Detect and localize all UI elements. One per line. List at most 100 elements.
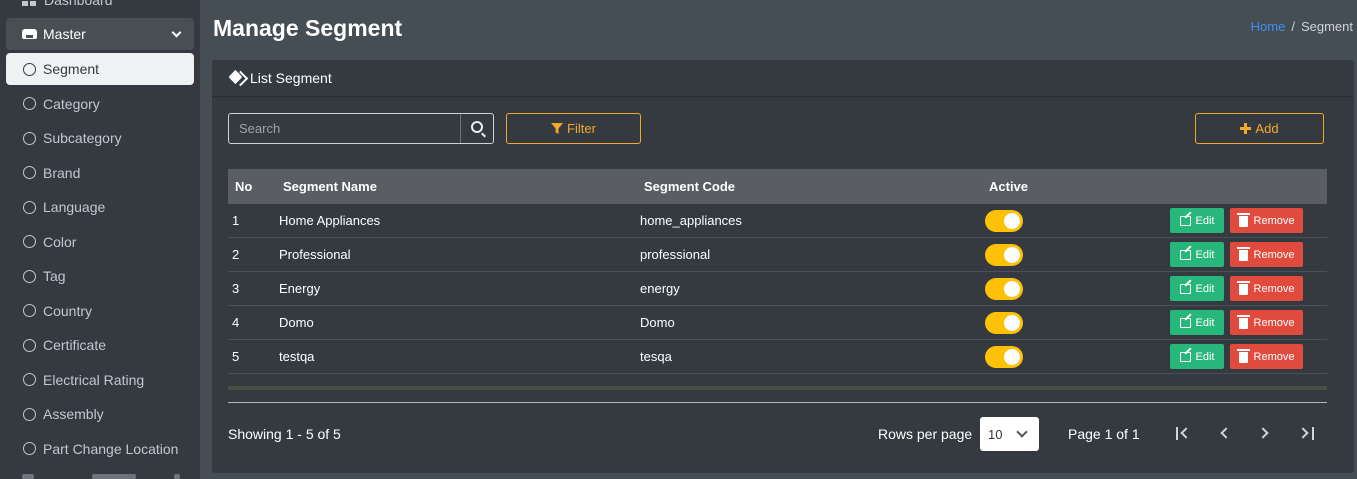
sidebar-item-subcategory[interactable]: Subcategory xyxy=(6,122,194,154)
last-page-button[interactable] xyxy=(1297,424,1318,444)
active-toggle[interactable] xyxy=(985,209,1023,232)
sidebar-item-label: Category xyxy=(43,95,100,112)
remove-button[interactable]: Remove xyxy=(1230,208,1303,233)
rows-per-page-value: 10 xyxy=(988,426,1003,442)
active-toggle[interactable] xyxy=(985,311,1023,334)
sidebar-item-tag[interactable]: Tag xyxy=(6,260,194,292)
remove-button[interactable]: Remove xyxy=(1230,310,1303,335)
column-header-no[interactable]: No xyxy=(228,179,279,194)
sidebar-item-language[interactable]: Language xyxy=(6,191,194,223)
card-header: List Segment xyxy=(212,60,1354,97)
sidebar-item-category[interactable]: Category xyxy=(6,88,194,120)
horizontal-scrollbar[interactable] xyxy=(228,386,1327,390)
circle-icon xyxy=(23,166,36,179)
sidebar-item-dashboard[interactable]: Dashboard xyxy=(22,0,113,8)
edit-label: Edit xyxy=(1195,350,1215,363)
remove-label: Remove xyxy=(1253,282,1295,295)
circle-icon xyxy=(23,235,36,248)
sidebar-item-brand[interactable]: Brand xyxy=(6,157,194,189)
remove-label: Remove xyxy=(1253,350,1295,363)
sidebar-item-label: Segment xyxy=(43,61,100,77)
segment-table: No Segment Name Segment Code Active 1 Hom… xyxy=(228,169,1327,374)
active-toggle[interactable] xyxy=(985,277,1023,300)
edit-button[interactable]: Edit xyxy=(1170,310,1224,335)
first-page-button[interactable] xyxy=(1174,424,1194,444)
column-header-segment-code[interactable]: Segment Code xyxy=(640,179,985,194)
previous-page-button[interactable] xyxy=(1216,424,1236,444)
sidebar-item-segment[interactable]: Segment xyxy=(6,53,194,85)
breadcrumb-home-link[interactable]: Home xyxy=(1251,19,1286,34)
sidebar-item-label: Country xyxy=(43,302,93,319)
sidebar-item-label: Subcategory xyxy=(43,130,122,146)
first-page-icon xyxy=(1180,427,1192,439)
breadcrumb: Home / Segment xyxy=(1251,19,1353,34)
chevron-left-icon xyxy=(1220,427,1232,439)
sidebar-item-certificate[interactable]: Certificate xyxy=(6,329,194,361)
edit-button[interactable]: Edit xyxy=(1170,276,1224,301)
column-header-segment-name[interactable]: Segment Name xyxy=(279,179,640,194)
cell-segment-code: tesqa xyxy=(640,349,672,364)
filter-button[interactable]: Filter xyxy=(506,113,641,144)
sidebar-item-label: Part Change Location xyxy=(43,440,179,457)
remove-button[interactable]: Remove xyxy=(1230,344,1303,369)
circle-icon xyxy=(23,269,36,283)
trash-icon xyxy=(1236,281,1250,295)
chevron-right-icon xyxy=(1257,427,1269,439)
sidebar-group-master[interactable]: Master xyxy=(6,18,194,50)
remove-label: Remove xyxy=(1253,316,1295,329)
circle-icon xyxy=(23,97,36,110)
rows-per-page-label: Rows per page xyxy=(878,426,973,442)
page-indicator: Page 1 of 1 xyxy=(1068,426,1140,442)
sidebar-item-country[interactable]: Country xyxy=(6,295,194,327)
circle-icon xyxy=(23,373,36,386)
sidebar-item-label: Assembly xyxy=(43,406,104,422)
table-row: 2 Professional professional Edit Remove xyxy=(228,238,1327,272)
chevron-down-icon xyxy=(171,27,182,38)
edit-label: Edit xyxy=(1195,282,1215,295)
sidebar-item-assembly[interactable]: Assembly xyxy=(6,398,194,430)
edit-button[interactable]: Edit xyxy=(1170,344,1224,369)
sidebar-item-label: Dashboard xyxy=(44,0,113,8)
row-actions: Edit Remove xyxy=(1135,208,1327,233)
sidebar-item-color[interactable]: Color xyxy=(6,226,194,258)
add-button[interactable]: Add xyxy=(1195,113,1324,144)
remove-button[interactable]: Remove xyxy=(1230,242,1303,267)
cell-no: 1 xyxy=(232,213,240,228)
sidebar-item-label: Brand xyxy=(43,164,81,181)
table-header: No Segment Name Segment Code Active xyxy=(228,169,1327,204)
rows-per-page-select[interactable]: 10 xyxy=(980,417,1039,451)
sidebar-item-part-change-location[interactable]: Part Change Location xyxy=(6,433,194,465)
column-header-active[interactable]: Active xyxy=(985,179,1135,194)
cell-segment-code: professional xyxy=(640,247,711,262)
sidebar-item-label: Language xyxy=(43,199,106,215)
circle-icon xyxy=(23,442,36,455)
circle-icon xyxy=(23,304,36,317)
search-icon[interactable] xyxy=(471,121,483,133)
edit-button[interactable]: Edit xyxy=(1170,242,1224,267)
remove-button[interactable]: Remove xyxy=(1230,276,1303,301)
search-input[interactable] xyxy=(229,114,461,143)
chevron-down-icon xyxy=(1016,426,1028,438)
sidebar: Dashboard Master Segment Category Subcateg… xyxy=(0,0,200,479)
cell-segment-name: Professional xyxy=(279,247,351,262)
cell-segment-code: energy xyxy=(640,281,680,296)
active-toggle[interactable] xyxy=(985,243,1023,266)
trash-icon xyxy=(1236,349,1250,363)
table-row: 1 Home Appliances home_appliances Edit Remov… xyxy=(228,204,1327,238)
circle-icon xyxy=(23,62,36,76)
last-page-icon xyxy=(1297,427,1309,439)
showing-count: Showing 1 - 5 of 5 xyxy=(228,426,341,442)
add-button-label: Add xyxy=(1255,121,1279,136)
divider xyxy=(228,402,1327,403)
cell-active xyxy=(985,311,1135,334)
cell-active xyxy=(985,345,1135,368)
remove-label: Remove xyxy=(1253,214,1295,227)
circle-icon xyxy=(23,338,36,352)
edit-button[interactable]: Edit xyxy=(1170,208,1224,233)
next-page-button[interactable] xyxy=(1256,424,1276,444)
circle-icon xyxy=(23,200,36,214)
active-toggle[interactable] xyxy=(985,345,1023,368)
sidebar-item-electrical-rating[interactable]: Electrical Rating xyxy=(6,364,194,396)
search-field xyxy=(228,113,494,144)
sidebar-item-partial[interactable] xyxy=(22,474,182,479)
